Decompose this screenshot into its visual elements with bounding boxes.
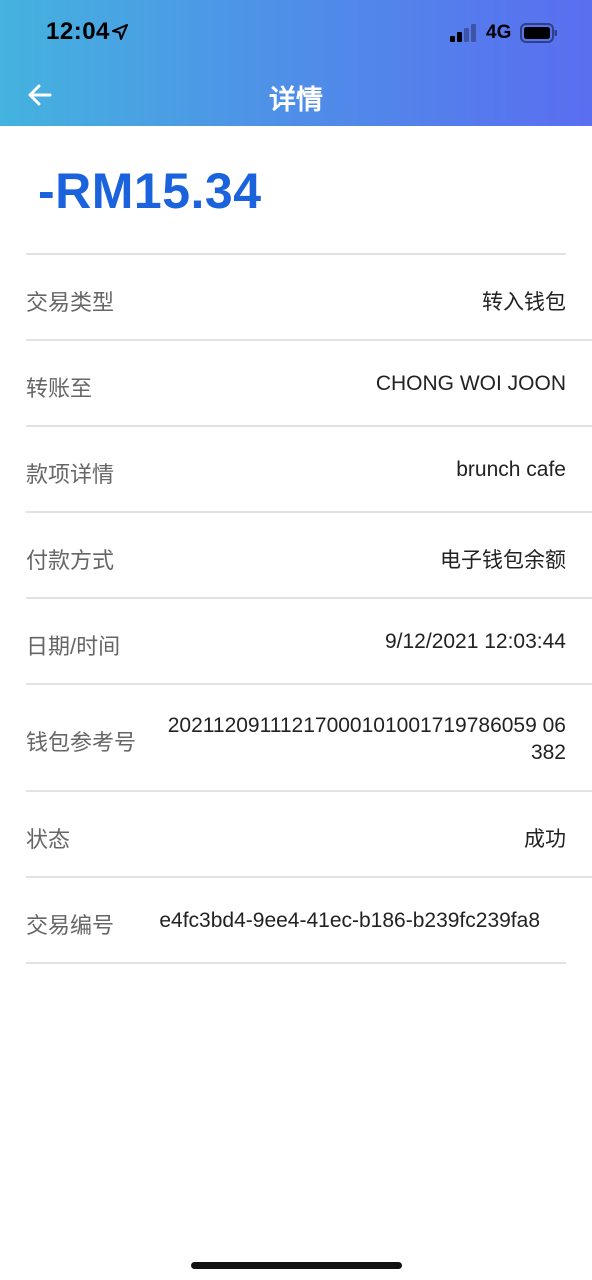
nav-bar: 详情 <box>0 66 592 126</box>
header: 12:04 4G 详情 <box>0 0 592 126</box>
detail-label: 交易编号 <box>26 913 115 938</box>
detail-label: 款项详情 <box>26 462 115 487</box>
detail-label: 转账至 <box>26 376 93 401</box>
detail-row-status: 状态 成功 <box>26 792 592 878</box>
page-title: 详情 <box>269 85 323 115</box>
detail-list: 交易类型 转入钱包 转账至 CHONG WOI JOON 款项详情 brunch… <box>0 255 592 964</box>
location-arrow-icon <box>112 24 128 40</box>
cellular-signal-icon <box>450 24 480 42</box>
detail-value: e4fc3bd4-9ee4-41ec-b186-b239fc239fa8 <box>159 909 540 932</box>
detail-label: 钱包参考号 <box>26 730 137 755</box>
status-bar: 12:04 4G <box>0 0 592 66</box>
detail-row-payment-method: 付款方式 电子钱包余额 <box>26 513 592 599</box>
home-indicator[interactable] <box>191 1262 402 1269</box>
detail-row-transaction-id: 交易编号 e4fc3bd4-9ee4-41ec-b186-b239fc239fa… <box>26 878 566 964</box>
detail-value: 转入钱包 <box>482 291 566 314</box>
detail-label: 状态 <box>26 827 71 852</box>
detail-value: 成功 <box>524 828 566 851</box>
detail-row-transaction-type: 交易类型 转入钱包 <box>26 255 592 341</box>
detail-value: 电子钱包余额 <box>440 549 566 572</box>
status-time: 12:04 <box>46 18 110 45</box>
detail-row-datetime: 日期/时间 9/12/2021 12:03:44 <box>26 599 592 685</box>
detail-row-wallet-reference: 钱包参考号 20211209111217000101001719786059 0… <box>26 685 592 792</box>
detail-label: 交易类型 <box>26 290 115 315</box>
detail-label: 日期/时间 <box>26 634 121 659</box>
battery-icon <box>520 22 558 44</box>
detail-row-payment-details: 款项详情 brunch cafe <box>26 427 592 513</box>
network-type-label: 4G <box>486 22 512 43</box>
detail-value: brunch cafe <box>456 458 566 481</box>
transaction-amount: -RM15.34 <box>38 163 262 219</box>
detail-value: CHONG WOI JOON <box>375 372 566 395</box>
detail-label: 付款方式 <box>26 548 115 573</box>
detail-value: 9/12/2021 12:03:44 <box>384 630 566 653</box>
detail-row-transfer-to: 转账至 CHONG WOI JOON <box>26 341 592 427</box>
detail-value: 20211209111217000101001719786059 06382 <box>167 714 566 764</box>
